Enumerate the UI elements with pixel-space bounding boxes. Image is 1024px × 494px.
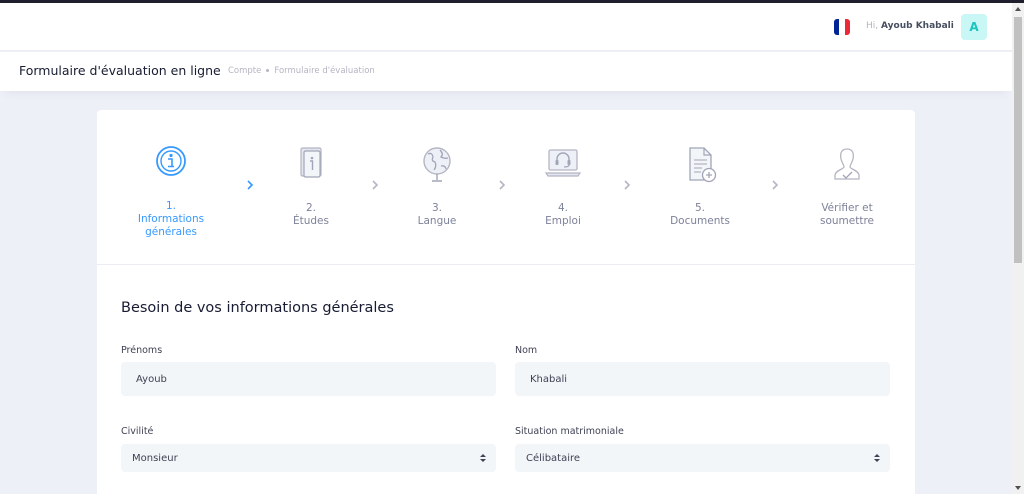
laptop-headset-icon <box>544 149 582 177</box>
step-label: Informations <box>137 213 205 225</box>
step-number: 3. <box>431 202 443 214</box>
wizard-step-informations[interactable]: 1. Informations générales <box>111 146 231 239</box>
step-label: Documents <box>670 215 730 227</box>
user-name: Ayoub Khabali <box>881 21 954 31</box>
civilite-select[interactable]: Monsieur <box>121 444 496 472</box>
step-number: 2. <box>305 202 317 214</box>
chevron-right-icon <box>624 180 631 190</box>
user-greeting[interactable]: Hi, Ayoub Khabali <box>866 21 954 31</box>
step-number: 1. <box>165 200 177 212</box>
vertical-scrollbar[interactable] <box>1012 3 1024 494</box>
book-icon <box>300 147 322 178</box>
wizard-step-langue[interactable]: 3. Langue <box>377 146 497 228</box>
step-label: Langue <box>417 215 457 227</box>
scroll-down-icon[interactable] <box>1015 486 1021 490</box>
scrollbar-thumb[interactable] <box>1014 17 1022 263</box>
nom-input[interactable]: Khabali <box>515 362 890 396</box>
breadcrumb-separator-icon <box>266 69 270 72</box>
form-title: Besoin de vos informations générales <box>121 300 394 316</box>
situation-label: Situation matrimoniale <box>515 426 624 437</box>
wizard-nav: 1. Informations générales 2. Études 3. L… <box>97 110 915 265</box>
info-circle-icon <box>156 146 186 176</box>
wizard-step-etudes[interactable]: 2. Études <box>251 146 371 228</box>
step-label-line2: soumettre <box>819 215 875 227</box>
step-label: Études <box>292 215 329 227</box>
breadcrumb-item-compte[interactable]: Compte <box>228 66 261 76</box>
wizard-step-documents[interactable]: 5. Documents <box>640 146 760 228</box>
flag-france-icon[interactable] <box>834 19 850 35</box>
prenoms-label: Prénoms <box>121 345 163 356</box>
situation-select[interactable]: Célibataire <box>515 444 890 472</box>
greeting-prefix: Hi, <box>866 21 879 31</box>
situation-value: Célibataire <box>526 452 581 464</box>
subheader: Formulaire d'évaluation en ligne Compte F… <box>0 52 1012 91</box>
chevron-right-icon <box>772 180 779 190</box>
breadcrumb-item-formulaire[interactable]: Formulaire d'évaluation <box>274 66 374 76</box>
step-label: Vérifier et <box>821 202 873 214</box>
avatar[interactable]: A <box>961 14 987 40</box>
user-check-icon <box>834 148 860 180</box>
top-header: Hi, Ayoub Khabali A <box>0 3 1012 51</box>
page-title: Formulaire d'évaluation en ligne <box>19 63 221 78</box>
scroll-up-icon[interactable] <box>1015 7 1021 11</box>
document-add-icon <box>689 147 717 183</box>
wizard-step-emploi[interactable]: 4. Emploi <box>503 146 623 228</box>
select-caret-icon <box>480 454 486 462</box>
form-card: 1. Informations générales 2. Études 3. L… <box>97 110 915 494</box>
civilite-label: Civilité <box>121 426 154 437</box>
step-number: 4. <box>557 202 569 214</box>
step-number: 5. <box>694 202 706 214</box>
select-caret-icon <box>874 454 880 462</box>
prenoms-input[interactable]: Ayoub <box>121 362 496 396</box>
step-label: Emploi <box>545 215 581 227</box>
globe-icon <box>423 147 451 182</box>
step-label-line2: générales <box>145 226 197 238</box>
civilite-value: Monsieur <box>132 452 178 464</box>
breadcrumb: Compte Formulaire d'évaluation <box>228 66 375 76</box>
wizard-step-verifier[interactable]: Vérifier et soumettre <box>787 146 907 228</box>
nom-label: Nom <box>515 345 538 356</box>
